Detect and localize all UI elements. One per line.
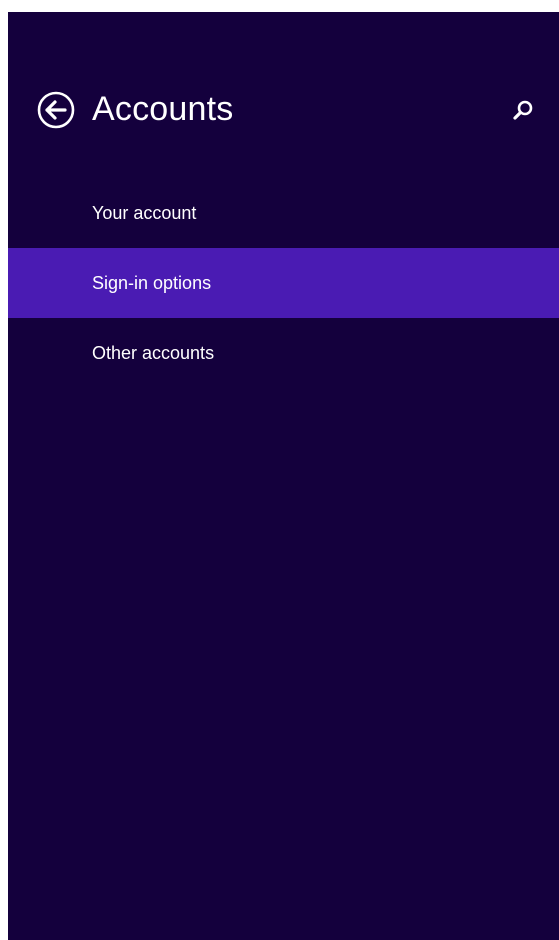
- accounts-nav: Your account Sign-in options Other accou…: [8, 178, 559, 388]
- nav-item-label: Your account: [92, 203, 197, 223]
- back-arrow-circle-icon: [36, 90, 76, 130]
- search-icon: [510, 98, 536, 124]
- search-button[interactable]: [510, 98, 536, 124]
- settings-pane: Accounts Your account Sign-in options Ot…: [8, 12, 559, 940]
- nav-item-your-account[interactable]: Your account: [8, 178, 559, 248]
- header: Accounts: [8, 12, 559, 162]
- back-button[interactable]: [36, 90, 76, 130]
- nav-item-other-accounts[interactable]: Other accounts: [8, 318, 559, 388]
- page-title: Accounts: [92, 90, 234, 128]
- nav-item-label: Sign-in options: [92, 273, 212, 293]
- nav-item-label: Other accounts: [92, 343, 215, 363]
- nav-item-sign-in-options[interactable]: Sign-in options: [8, 248, 559, 318]
